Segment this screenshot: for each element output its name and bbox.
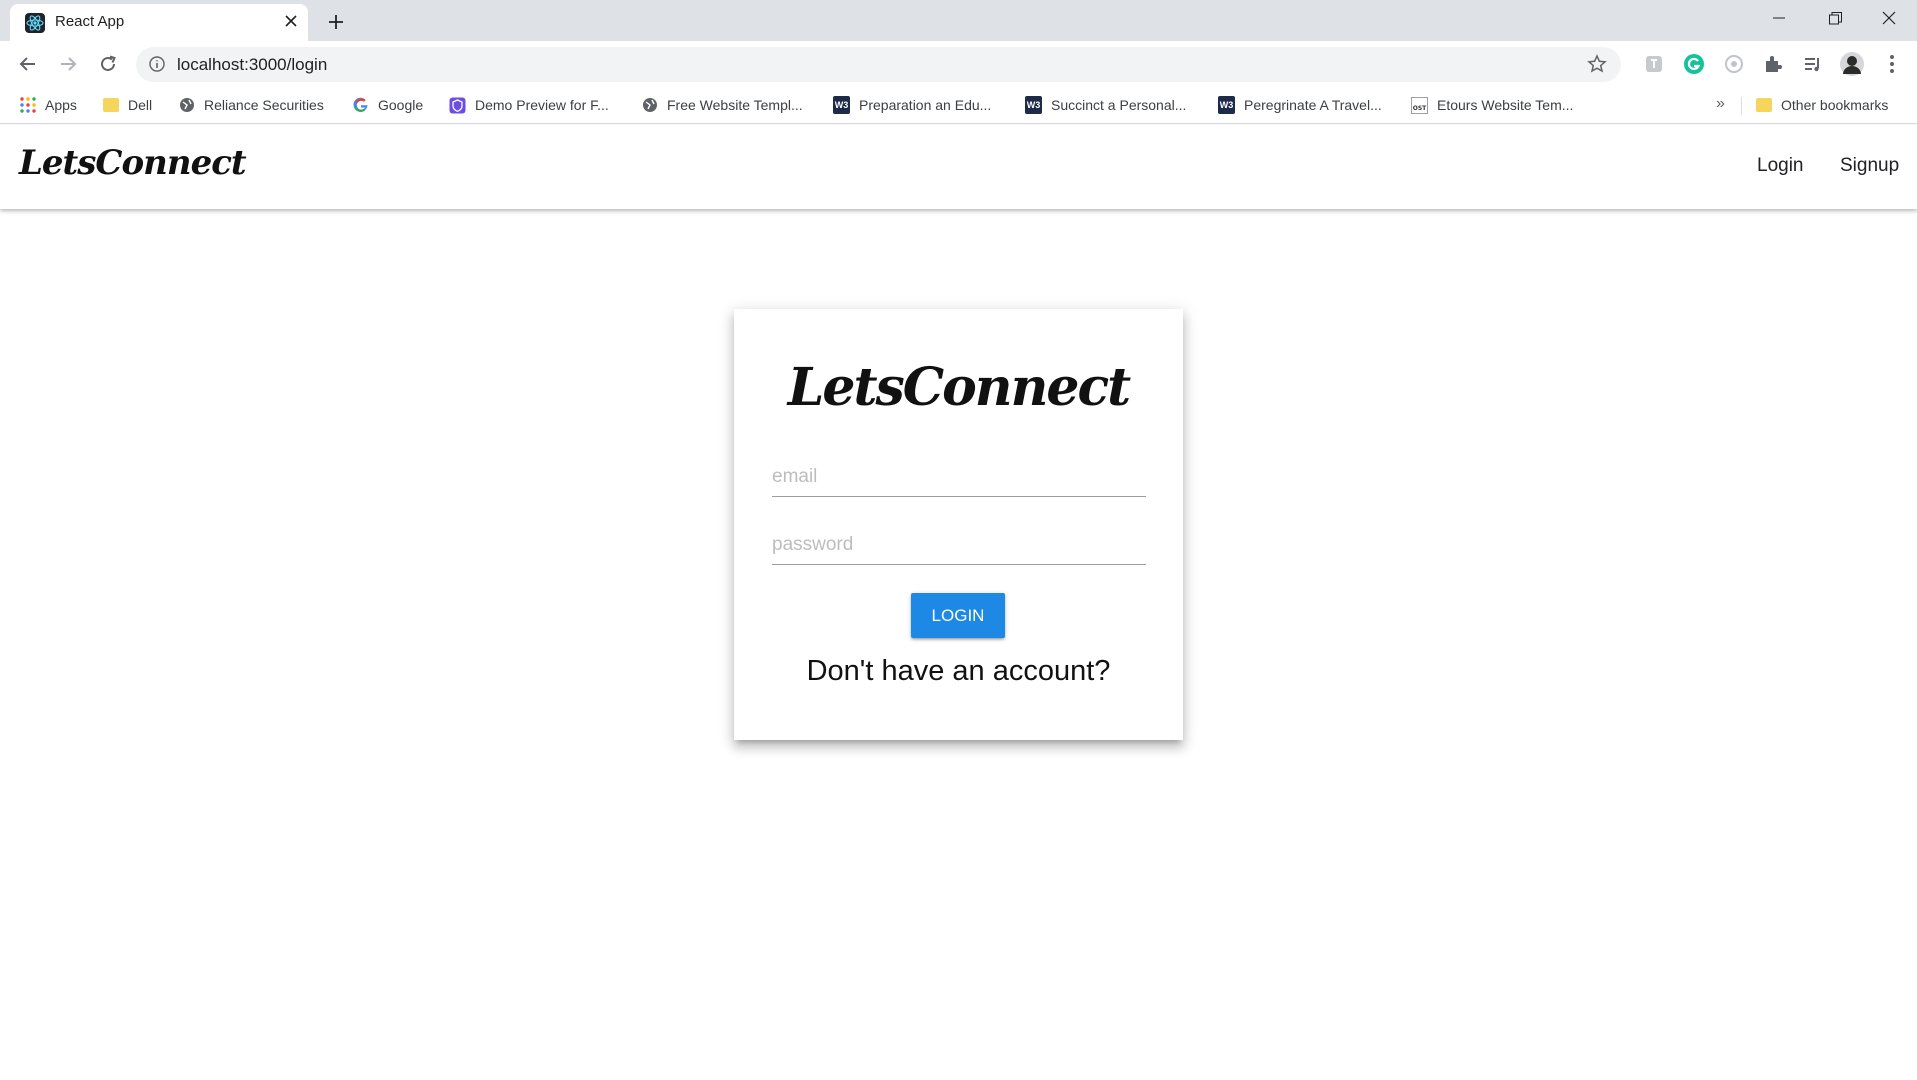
bookmark-label: Reliance Securities (204, 97, 324, 113)
shield-icon (449, 97, 466, 114)
apps-grid-icon (19, 97, 36, 114)
bookmark-label: Peregrinate A Travel... (1244, 97, 1382, 113)
media-queue-icon[interactable] (1799, 50, 1827, 78)
browser-tab-bar: React App (0, 0, 1917, 41)
w3layouts-icon: W3 (1025, 96, 1042, 114)
nav-login-link[interactable]: Login (1757, 155, 1804, 177)
bookmark-label: Demo Preview for F... (475, 97, 609, 113)
new-tab-plus-icon[interactable] (322, 8, 350, 36)
bookmark-google[interactable]: Google (352, 88, 423, 122)
bookmark-peregrinate-travel[interactable]: W3 Peregrinate A Travel... (1218, 88, 1382, 122)
login-button[interactable]: LOGIN (911, 593, 1005, 638)
tab-close-icon[interactable] (280, 10, 302, 32)
app-viewport: LetsConnect Login Signup LetsConnect LOG… (0, 125, 1917, 1080)
bookmark-label: Other bookmarks (1781, 97, 1889, 113)
bookmark-apps[interactable]: Apps (19, 88, 77, 122)
bookmark-reliance-securities[interactable]: Reliance Securities (178, 88, 324, 122)
card-brand-title: LetsConnect (787, 357, 1131, 418)
bookmark-label: Free Website Templ... (667, 97, 803, 113)
bookmark-label: Preparation an Edu... (859, 97, 992, 113)
google-icon (352, 97, 369, 114)
bookmark-succinct-personal[interactable]: W3 Succinct a Personal... (1025, 88, 1186, 122)
grammarly-icon[interactable] (1680, 50, 1708, 78)
bookmark-free-website-templ[interactable]: Free Website Templ... (641, 88, 803, 122)
svg-text:OST: OST (1413, 105, 1427, 112)
bookmarks-bar: Apps Dell Reliance Securities Google Dem… (0, 88, 1917, 124)
address-bar[interactable]: localhost:3000/login (136, 47, 1621, 82)
bookmark-label: Etours Website Tem... (1437, 97, 1574, 113)
close-window-icon[interactable] (1861, 0, 1917, 36)
bookmark-preparation-edu[interactable]: W3 Preparation an Edu... (833, 88, 991, 122)
bookmark-label: Google (378, 97, 424, 113)
bookmark-label: Dell (128, 97, 153, 113)
bookmarks-divider (1741, 97, 1742, 115)
profile-avatar-icon[interactable] (1838, 50, 1866, 78)
app-navbar: LetsConnect Login Signup (0, 125, 1917, 209)
password-input[interactable] (772, 521, 1146, 565)
back-arrow-icon[interactable] (13, 49, 43, 79)
ost-icon: OST (1411, 96, 1428, 114)
reload-icon[interactable] (93, 49, 123, 79)
browser-toolbar: localhost:3000/login (0, 41, 1917, 88)
brand-logo[interactable]: LetsConnect (19, 143, 247, 183)
timer-extension-icon[interactable] (1720, 50, 1748, 78)
extension-puzzle-gray-icon[interactable] (1640, 50, 1668, 78)
nav-signup-link[interactable]: Signup (1840, 155, 1899, 177)
react-logo-icon (25, 13, 45, 33)
w3layouts-icon: W3 (833, 96, 850, 114)
bookmark-label: Succinct a Personal... (1051, 97, 1187, 113)
more-bookmarks-chevron-icon[interactable]: » (1716, 95, 1725, 113)
globe-icon (641, 97, 658, 114)
bookmark-etours-website[interactable]: OST Etours Website Tem... (1411, 88, 1573, 122)
bookmark-dell[interactable]: Dell (102, 88, 152, 122)
globe-icon (178, 97, 195, 114)
restore-window-icon[interactable] (1807, 0, 1863, 36)
login-card: LetsConnect LOGIN Don't have an account? (734, 309, 1183, 740)
site-info-icon[interactable] (149, 56, 165, 77)
bookmark-demo-preview[interactable]: Demo Preview for F... (449, 88, 609, 122)
extensions-puzzle-icon[interactable] (1759, 50, 1787, 78)
forward-arrow-icon[interactable] (53, 49, 83, 79)
bookmark-label: Apps (45, 97, 77, 113)
tab-title: React App (55, 13, 125, 30)
address-url: localhost:3000/login (177, 55, 328, 74)
bookmark-other-bookmarks[interactable]: Other bookmarks (1755, 88, 1888, 122)
folder-icon (102, 97, 119, 114)
folder-icon (1755, 97, 1772, 114)
browser-tab[interactable]: React App (10, 4, 308, 41)
minimize-icon[interactable] (1751, 0, 1807, 36)
more-menu-icon[interactable] (1878, 50, 1906, 78)
email-input[interactable] (772, 453, 1146, 497)
w3layouts-icon: W3 (1218, 96, 1235, 114)
bookmark-star-icon[interactable] (1587, 54, 1607, 79)
signup-prompt-link[interactable]: Don't have an account? (734, 655, 1183, 688)
